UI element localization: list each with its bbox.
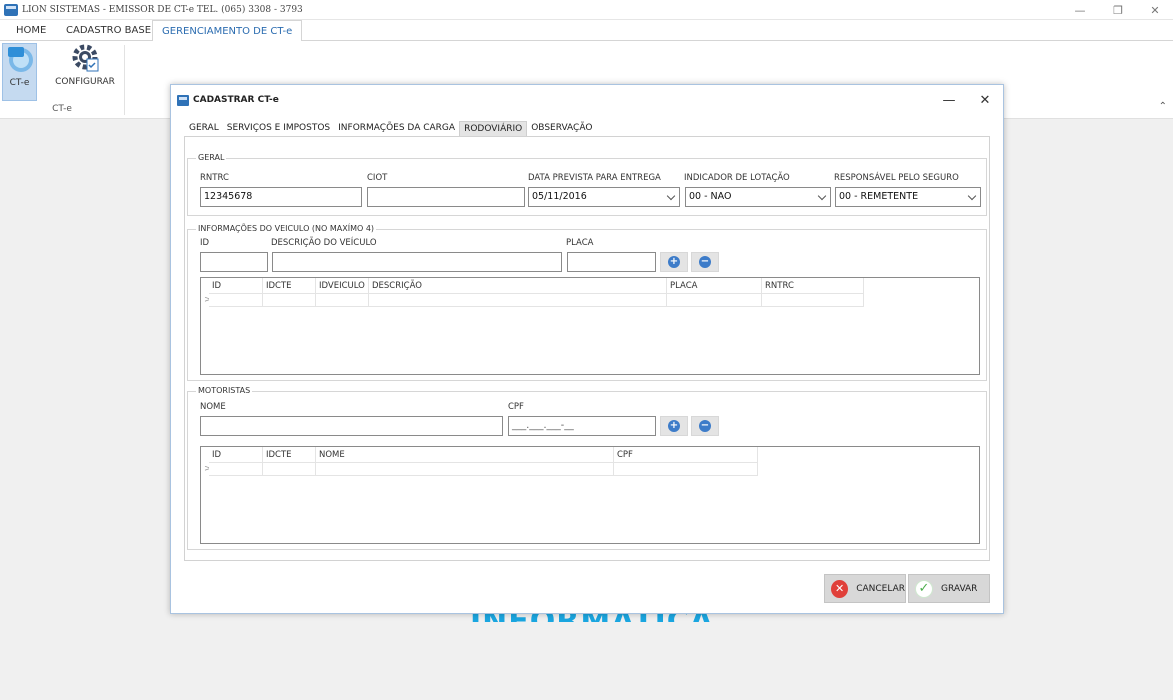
gravar-button-label: GRAVAR (941, 583, 978, 594)
table-cell[interactable] (209, 294, 263, 307)
table-cell[interactable] (614, 463, 758, 476)
rntrc-input[interactable]: 12345678 (200, 187, 362, 207)
veiculo-placa-label: PLACA (566, 238, 594, 248)
cte-button-label: CT-e (9, 78, 30, 88)
check-icon: ✓ (915, 579, 933, 598)
minus-icon: − (699, 420, 711, 432)
motorista-col-idcte[interactable]: IDCTE (263, 447, 316, 463)
veiculo-col-id[interactable]: ID (209, 278, 263, 294)
motorista-nome-input[interactable] (200, 416, 503, 436)
dialog-icon (177, 94, 189, 106)
motorista-col-nome[interactable]: NOME (316, 447, 614, 463)
ciot-input[interactable] (367, 187, 525, 207)
veiculo-col-rntrc[interactable]: RNTRC (762, 278, 864, 294)
table-cell[interactable] (316, 294, 369, 307)
tab-geral[interactable]: GERAL (185, 121, 223, 136)
veiculo-col-idcte[interactable]: IDCTE (263, 278, 316, 294)
motoristas-group: MOTORISTAS NOME CPF ___.___.___-__ + − I… (187, 386, 987, 550)
motorista-col-id[interactable]: ID (209, 447, 263, 463)
rodoviario-tab-page: GERAL RNTRC 12345678 CIOT DATA PREVISTA … (184, 136, 990, 561)
configurar-button-label: CONFIGURAR (55, 77, 115, 87)
motorista-col-cpf[interactable]: CPF (614, 447, 758, 463)
close-icon[interactable]: ✕ (1137, 0, 1173, 20)
table-cell[interactable] (316, 463, 614, 476)
veiculo-col-descricao[interactable]: DESCRIÇÃO (369, 278, 667, 294)
ribbon-tab-gerenciamento[interactable]: GERENCIAMENTO DE CT-e (152, 20, 303, 42)
ribbon-group-divider (124, 45, 125, 115)
table-cell[interactable] (209, 463, 263, 476)
gravar-button[interactable]: ✓ GRAVAR (908, 574, 990, 603)
responsavel-seguro-select[interactable]: 00 - REMETENTE (835, 187, 981, 207)
veiculo-col-idveiculo[interactable]: IDVEICULO (316, 278, 369, 294)
plus-icon: + (668, 420, 680, 432)
table-cell[interactable] (762, 294, 864, 307)
cancelar-button[interactable]: ✕ CANCELAR (824, 574, 906, 603)
geral-group: GERAL RNTRC 12345678 CIOT DATA PREVISTA … (187, 153, 987, 216)
table-cell[interactable] (369, 294, 667, 307)
plus-icon: + (668, 256, 680, 268)
cadastrar-cte-dialog: CADASTRAR CT-e — ✕ GERAL SERVIÇOS E IMPO… (170, 84, 1004, 614)
veiculo-descricao-input[interactable] (272, 252, 562, 272)
remove-veiculo-button[interactable]: − (691, 252, 719, 272)
table-cell[interactable] (263, 294, 316, 307)
gear-icon (72, 44, 99, 72)
app-title: LION SISTEMAS - EMISSOR DE CT-e TEL. (06… (22, 4, 303, 15)
motorista-nome-label: NOME (200, 402, 226, 412)
add-motorista-button[interactable]: + (660, 416, 688, 436)
veiculo-descricao-label: DESCRIÇÃO DO VEÍCULO (271, 238, 377, 248)
cancelar-button-label: CANCELAR (856, 583, 905, 594)
data-entrega-picker[interactable]: 05/11/2016 (528, 187, 680, 207)
table-cell[interactable] (667, 294, 762, 307)
responsavel-seguro-label: RESPONSÁVEL PELO SEGURO (834, 173, 959, 183)
cancel-icon: ✕ (831, 579, 849, 598)
dialog-close-icon[interactable]: ✕ (975, 91, 995, 109)
data-entrega-label: DATA PREVISTA PARA ENTREGA (528, 173, 661, 183)
restore-icon[interactable]: ❐ (1100, 0, 1136, 20)
cte-button[interactable]: CT-e (2, 43, 37, 101)
minimize-icon[interactable]: — (1062, 0, 1098, 20)
motoristas-group-title: MOTORISTAS (196, 386, 253, 395)
ciot-label: CIOT (367, 173, 388, 183)
tab-observacao[interactable]: OBSERVAÇÃO (527, 121, 596, 136)
veiculo-group: INFORMAÇÕES DO VEICULO (NO MAXÍMO 4) ID … (187, 224, 987, 381)
veiculo-grid[interactable]: ID IDCTE IDVEICULO DESCRIÇÃO PLACA RNTRC… (200, 277, 980, 375)
table-cell[interactable] (263, 463, 316, 476)
tab-informacoes-carga[interactable]: INFORMAÇÕES DA CARGA (334, 121, 459, 136)
indicador-lotacao-select[interactable]: 00 - NAO (685, 187, 831, 207)
ribbon-tabs: HOME CADASTRO BASE GERENCIAMENTO DE CT-e (0, 20, 1173, 42)
ribbon-tab-home[interactable]: HOME (16, 20, 46, 41)
geral-group-title: GERAL (196, 153, 227, 162)
motorista-cpf-label: CPF (508, 402, 524, 412)
add-veiculo-button[interactable]: + (660, 252, 688, 272)
minus-icon: − (699, 256, 711, 268)
dialog-title: CADASTRAR CT-e (193, 95, 279, 105)
rntrc-label: RNTRC (200, 173, 229, 183)
motorista-cpf-input[interactable]: ___.___.___-__ (508, 416, 656, 436)
ribbon-tab-cadastro-base[interactable]: CADASTRO BASE (66, 20, 151, 41)
app-logo-icon (4, 3, 18, 16)
ribbon-collapse-icon[interactable]: ⌃ (1159, 101, 1167, 112)
dialog-title-bar: CADASTRAR CT-e (171, 85, 1003, 115)
remove-motorista-button[interactable]: − (691, 416, 719, 436)
dialog-minimize-icon[interactable]: — (939, 91, 959, 109)
tab-servicos-impostos[interactable]: SERVIÇOS E IMPOSTOS (223, 121, 334, 136)
tab-rodoviario[interactable]: RODOVIÁRIO (459, 121, 528, 136)
veiculo-id-input[interactable] (200, 252, 268, 272)
veiculo-col-placa[interactable]: PLACA (667, 278, 762, 294)
dialog-tabs: GERAL SERVIÇOS E IMPOSTOS INFORMAÇÕES DA… (185, 121, 596, 136)
veiculo-placa-input[interactable] (567, 252, 656, 272)
veiculo-group-title: INFORMAÇÕES DO VEICULO (NO MAXÍMO 4) (196, 224, 377, 233)
configurar-button[interactable]: CONFIGURAR (52, 43, 118, 101)
ribbon-group-label: CT-e (52, 104, 72, 114)
veiculo-id-label: ID (200, 238, 210, 248)
motoristas-grid[interactable]: ID IDCTE NOME CPF > (200, 446, 980, 544)
indicador-lotacao-label: INDICADOR DE LOTAÇÃO (684, 173, 790, 183)
cte-icon (7, 47, 33, 72)
app-title-bar: LION SISTEMAS - EMISSOR DE CT-e TEL. (06… (0, 0, 1173, 20)
